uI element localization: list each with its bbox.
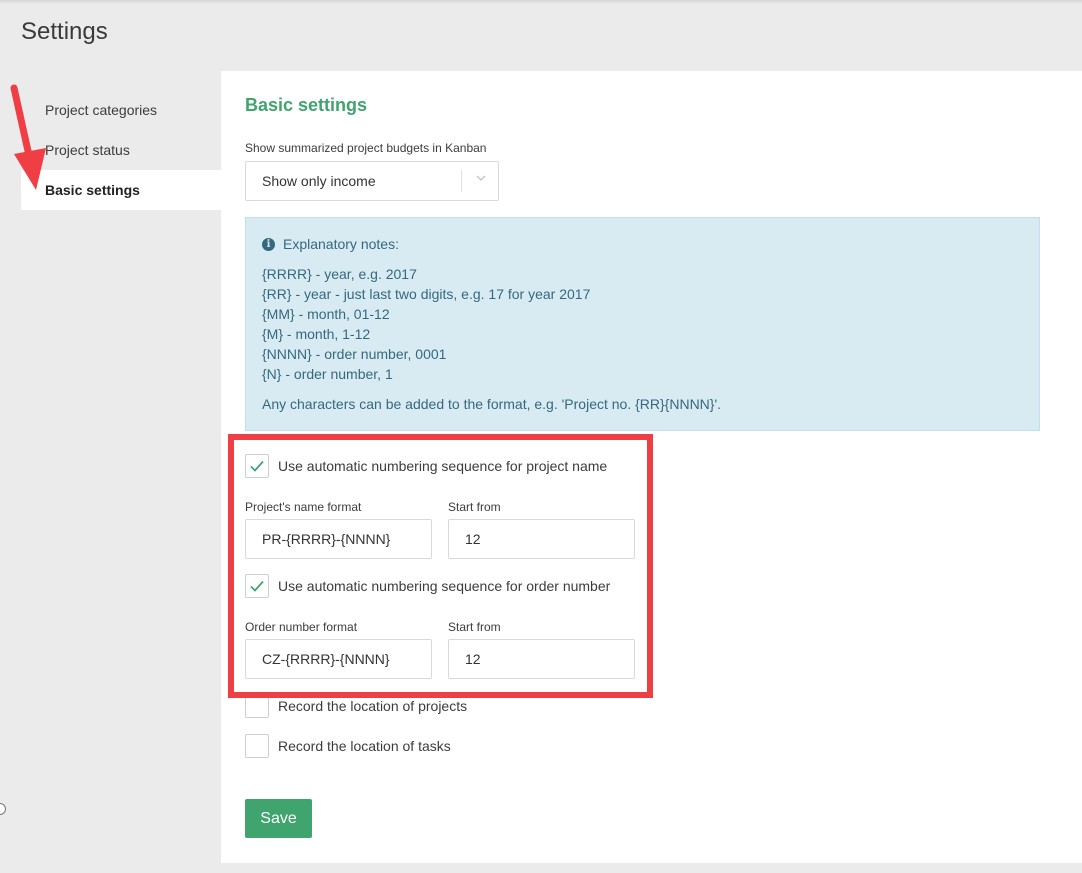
- radio-edge: [0, 803, 6, 815]
- select-divider: [461, 170, 462, 192]
- location-tasks-label: Record the location of tasks: [278, 738, 451, 754]
- order-format-input[interactable]: [245, 639, 432, 679]
- settings-sidebar: Project categories Project status Basic …: [21, 90, 221, 210]
- project-numbering-label: Use automatic numbering sequence for pro…: [278, 458, 608, 474]
- project-numbering-checkbox[interactable]: [245, 454, 269, 478]
- save-button[interactable]: Save: [245, 799, 312, 838]
- checkmark-icon: [250, 580, 264, 592]
- budget-select[interactable]: Show only income: [245, 161, 499, 201]
- order-start-label: Start from: [448, 620, 501, 634]
- notes-line: {M} - month, 1-12: [262, 326, 371, 342]
- order-start-input[interactable]: [448, 639, 635, 679]
- location-projects-toggle[interactable]: Record the location of projects: [245, 694, 467, 718]
- order-format-label: Order number format: [245, 620, 358, 634]
- settings-panel: Basic settings Show summarized project b…: [221, 71, 1082, 863]
- notes-line: {MM} - month, 01-12: [262, 306, 390, 322]
- notes-line: {NNNN} - order number, 0001: [262, 346, 447, 362]
- location-projects-checkbox[interactable]: [245, 694, 269, 718]
- top-bar-shadow: [0, 0, 1082, 4]
- location-tasks-checkbox[interactable]: [245, 734, 269, 758]
- project-start-label: Start from: [448, 500, 501, 514]
- budget-select-label: Show summarized project budgets in Kanba…: [245, 141, 487, 155]
- order-numbering-checkbox[interactable]: [245, 574, 269, 598]
- budget-select-value: Show only income: [262, 173, 376, 189]
- notes-line: {RRRR} - year, e.g. 2017: [262, 266, 417, 282]
- order-numbering-toggle[interactable]: Use automatic numbering sequence for ord…: [245, 574, 610, 598]
- order-numbering-label: Use automatic numbering sequence for ord…: [278, 578, 611, 594]
- location-projects-label: Record the location of projects: [278, 698, 468, 714]
- notes-title: Explanatory notes:: [283, 236, 399, 252]
- location-tasks-toggle[interactable]: Record the location of tasks: [245, 734, 451, 758]
- explanatory-notes: i Explanatory notes: {RRRR} - year, e.g.…: [245, 217, 1040, 431]
- project-format-label: Project's name format: [245, 500, 362, 514]
- page-title: Settings: [21, 18, 108, 45]
- project-start-input[interactable]: [448, 519, 635, 559]
- notes-footer: Any characters can be added to the forma…: [262, 396, 722, 412]
- chevron-down-icon: [476, 175, 486, 181]
- sidebar-item-basic-settings[interactable]: Basic settings: [21, 170, 221, 210]
- project-numbering-toggle[interactable]: Use automatic numbering sequence for pro…: [245, 454, 607, 478]
- notes-line: {N} - order number, 1: [262, 366, 393, 382]
- checkmark-icon: [250, 460, 264, 472]
- sidebar-item-project-status[interactable]: Project status: [21, 130, 221, 170]
- notes-line: {RR} - year - just last two digits, e.g.…: [262, 286, 591, 302]
- sidebar-item-project-categories[interactable]: Project categories: [21, 90, 221, 130]
- project-format-input[interactable]: [245, 519, 432, 559]
- section-title: Basic settings: [245, 95, 368, 115]
- info-icon: i: [262, 237, 275, 251]
